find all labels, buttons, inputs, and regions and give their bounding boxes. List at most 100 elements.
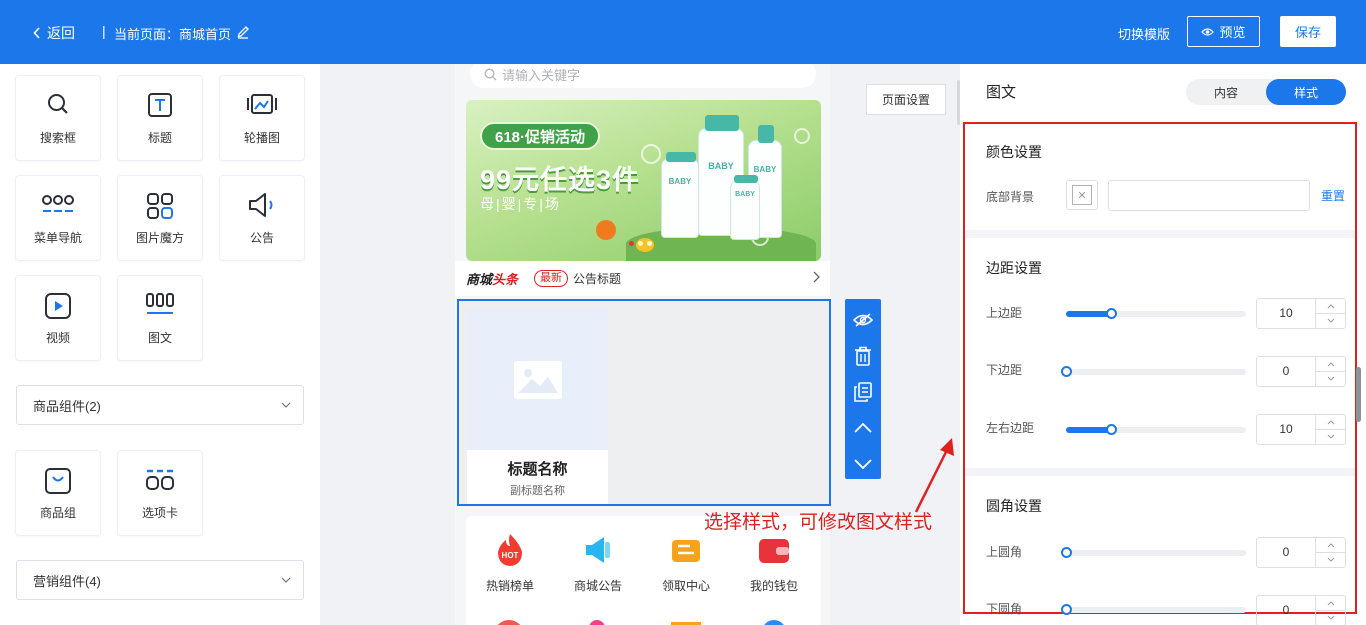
image-text-card[interactable]: 标题名称 副标题名称 xyxy=(467,309,608,504)
search-bar[interactable]: 请输入关键字 xyxy=(470,64,816,88)
decrease-button[interactable] xyxy=(1316,552,1345,566)
delete-block-button[interactable] xyxy=(851,343,875,369)
slider-label: 上圆角 xyxy=(986,545,1023,559)
nav-item-coupon[interactable]: 领取中心 xyxy=(642,532,730,594)
component-search[interactable]: 搜索框 xyxy=(15,75,101,161)
image-text-icon xyxy=(146,293,174,314)
close-icon: ✕ xyxy=(1072,185,1092,205)
component-label: 商品组 xyxy=(39,506,76,520)
color-input[interactable] xyxy=(1108,180,1310,211)
nav-item-wallet[interactable]: 我的钱包 xyxy=(730,532,818,594)
image-placeholder-icon xyxy=(513,360,562,399)
component-tabs[interactable]: 选项卡 xyxy=(117,450,203,536)
nav-item-hot[interactable]: HOT 热销榜单 xyxy=(466,532,554,594)
increase-button[interactable] xyxy=(1316,596,1345,610)
nav-item-notice[interactable]: 商城公告 xyxy=(554,532,642,594)
top-margin-input[interactable]: 10 xyxy=(1256,298,1346,329)
bottom-margin-slider[interactable] xyxy=(1061,366,1246,377)
banner-carousel[interactable]: 618·促销活动 99元任选3件 母|婴|专|场 BABY BABY BABY … xyxy=(466,100,821,261)
number-value: 0 xyxy=(1282,603,1290,617)
increase-button[interactable] xyxy=(1316,299,1345,313)
panel-scrollbar[interactable] xyxy=(1356,367,1361,422)
side-margin-input[interactable]: 10 xyxy=(1256,414,1346,445)
side-margin-slider[interactable] xyxy=(1066,424,1246,435)
svg-text:HOT: HOT xyxy=(502,551,519,560)
switch-template-button[interactable]: 切换模版 xyxy=(1118,24,1170,43)
header-separator: | xyxy=(102,23,106,39)
copy-block-button[interactable] xyxy=(851,379,875,405)
tab-style[interactable]: 样式 xyxy=(1266,79,1346,105)
image-text-block-selected[interactable]: 标题名称 副标题名称 xyxy=(457,299,831,506)
move-up-button[interactable] xyxy=(851,415,875,441)
announcement-icon xyxy=(249,193,273,217)
chevron-up-icon xyxy=(1327,361,1334,366)
nav-second-row-icon xyxy=(589,620,605,625)
component-image-text[interactable]: 图文 xyxy=(117,275,203,361)
chevron-left-icon xyxy=(33,27,40,39)
page-settings-button[interactable]: 页面设置 xyxy=(866,84,946,115)
slider-label: 左右边距 xyxy=(986,421,1035,435)
decrease-button[interactable] xyxy=(1316,429,1345,443)
slider-handle[interactable] xyxy=(1061,366,1072,377)
top-margin-slider[interactable] xyxy=(1066,308,1246,319)
component-video[interactable]: 视频 xyxy=(15,275,101,361)
preview-label: 预览 xyxy=(1219,25,1246,40)
move-down-button[interactable] xyxy=(851,451,875,477)
search-icon xyxy=(48,94,68,114)
decrease-button[interactable] xyxy=(1316,371,1345,385)
number-value: 0 xyxy=(1282,545,1290,559)
image-cube-icon xyxy=(147,193,173,219)
increase-button[interactable] xyxy=(1316,357,1345,371)
slider-handle[interactable] xyxy=(1061,547,1072,558)
marketing-component-group[interactable]: 营销组件(4) xyxy=(16,560,304,600)
increase-button[interactable] xyxy=(1316,415,1345,429)
component-goods-group[interactable]: 商品组 xyxy=(15,450,101,536)
component-title[interactable]: 标题 xyxy=(117,75,203,161)
save-button[interactable]: 保存 xyxy=(1280,16,1336,47)
trash-icon xyxy=(855,346,871,366)
preview-button[interactable]: 预览 xyxy=(1187,16,1260,47)
back-button[interactable]: 返回 xyxy=(33,23,75,43)
goods-component-group[interactable]: 商品组件(2) xyxy=(16,385,304,425)
chevron-down-icon xyxy=(1327,318,1334,323)
tab-content[interactable]: 内容 xyxy=(1186,79,1266,105)
component-label: 视频 xyxy=(45,331,70,345)
decrease-button[interactable] xyxy=(1316,313,1345,327)
banner-bubble xyxy=(641,144,661,164)
back-label: 返回 xyxy=(47,25,75,41)
bottle-label: BABY xyxy=(708,161,734,171)
megaphone-icon xyxy=(586,537,610,563)
slider-label: 下圆角 xyxy=(986,602,1023,616)
eye-off-icon xyxy=(853,313,873,327)
slider-handle[interactable] xyxy=(1061,604,1072,615)
component-announcement[interactable]: 公告 xyxy=(219,175,305,261)
component-label: 菜单导航 xyxy=(33,231,82,245)
increase-button[interactable] xyxy=(1316,538,1345,552)
top-radius-slider[interactable] xyxy=(1061,547,1246,558)
chevron-down-icon xyxy=(1327,557,1334,562)
color-picker[interactable]: ✕ xyxy=(1066,180,1098,210)
nav-second-row-icon xyxy=(762,620,786,625)
top-radius-input[interactable]: 0 xyxy=(1256,537,1346,568)
component-label: 图片魔方 xyxy=(135,231,184,245)
slider-label: 下边距 xyxy=(986,363,1023,377)
decrease-button[interactable] xyxy=(1316,610,1345,624)
bottom-radius-input[interactable]: 0 xyxy=(1256,595,1346,625)
slider-handle[interactable] xyxy=(1106,308,1117,319)
component-menu-nav[interactable]: 菜单导航 xyxy=(15,175,101,261)
reset-button[interactable]: 重置 xyxy=(1321,187,1345,204)
news-badge: 最新 xyxy=(534,270,569,287)
chevron-right-icon xyxy=(813,271,820,283)
slider-handle[interactable] xyxy=(1106,424,1117,435)
hide-block-button[interactable] xyxy=(851,307,875,333)
bottom-margin-input[interactable]: 0 xyxy=(1256,356,1346,387)
bottom-radius-slider[interactable] xyxy=(1061,604,1246,615)
chevron-down-icon xyxy=(1327,434,1334,439)
chevron-down-icon xyxy=(1327,615,1334,620)
component-carousel[interactable]: 轮播图 xyxy=(219,75,305,161)
edit-page-name-icon[interactable] xyxy=(236,23,250,42)
chevron-up-icon xyxy=(854,423,872,433)
headline-news-bar[interactable]: 商城头条 最新 公告标题 xyxy=(455,261,830,296)
news-brand-black: 商城 xyxy=(466,272,493,287)
component-image-cube[interactable]: 图片魔方 xyxy=(117,175,203,261)
